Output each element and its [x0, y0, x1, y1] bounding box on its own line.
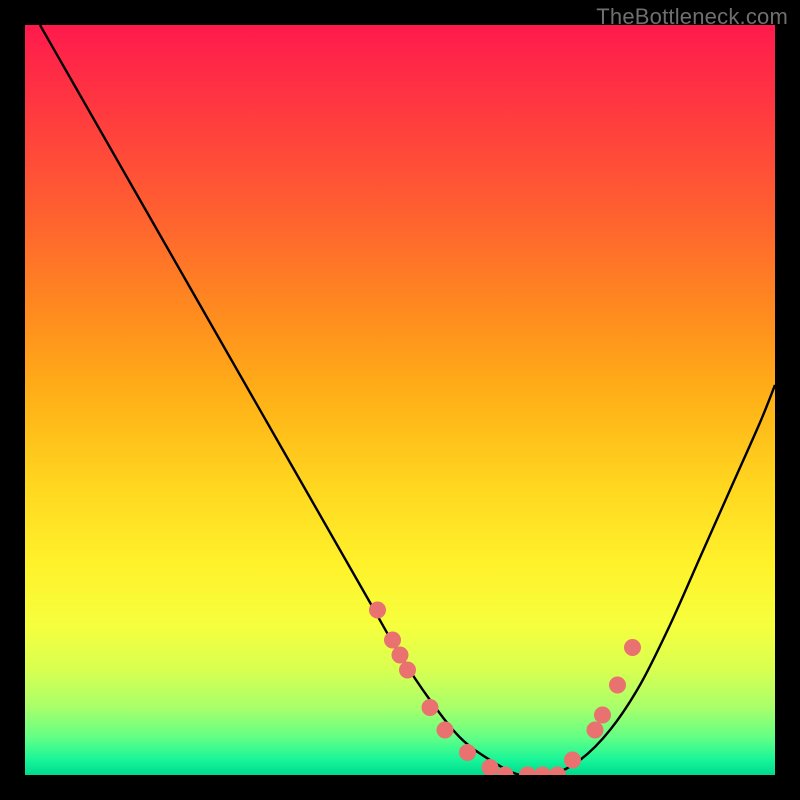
chart-background-gradient [25, 25, 775, 775]
chart-frame [25, 25, 775, 775]
